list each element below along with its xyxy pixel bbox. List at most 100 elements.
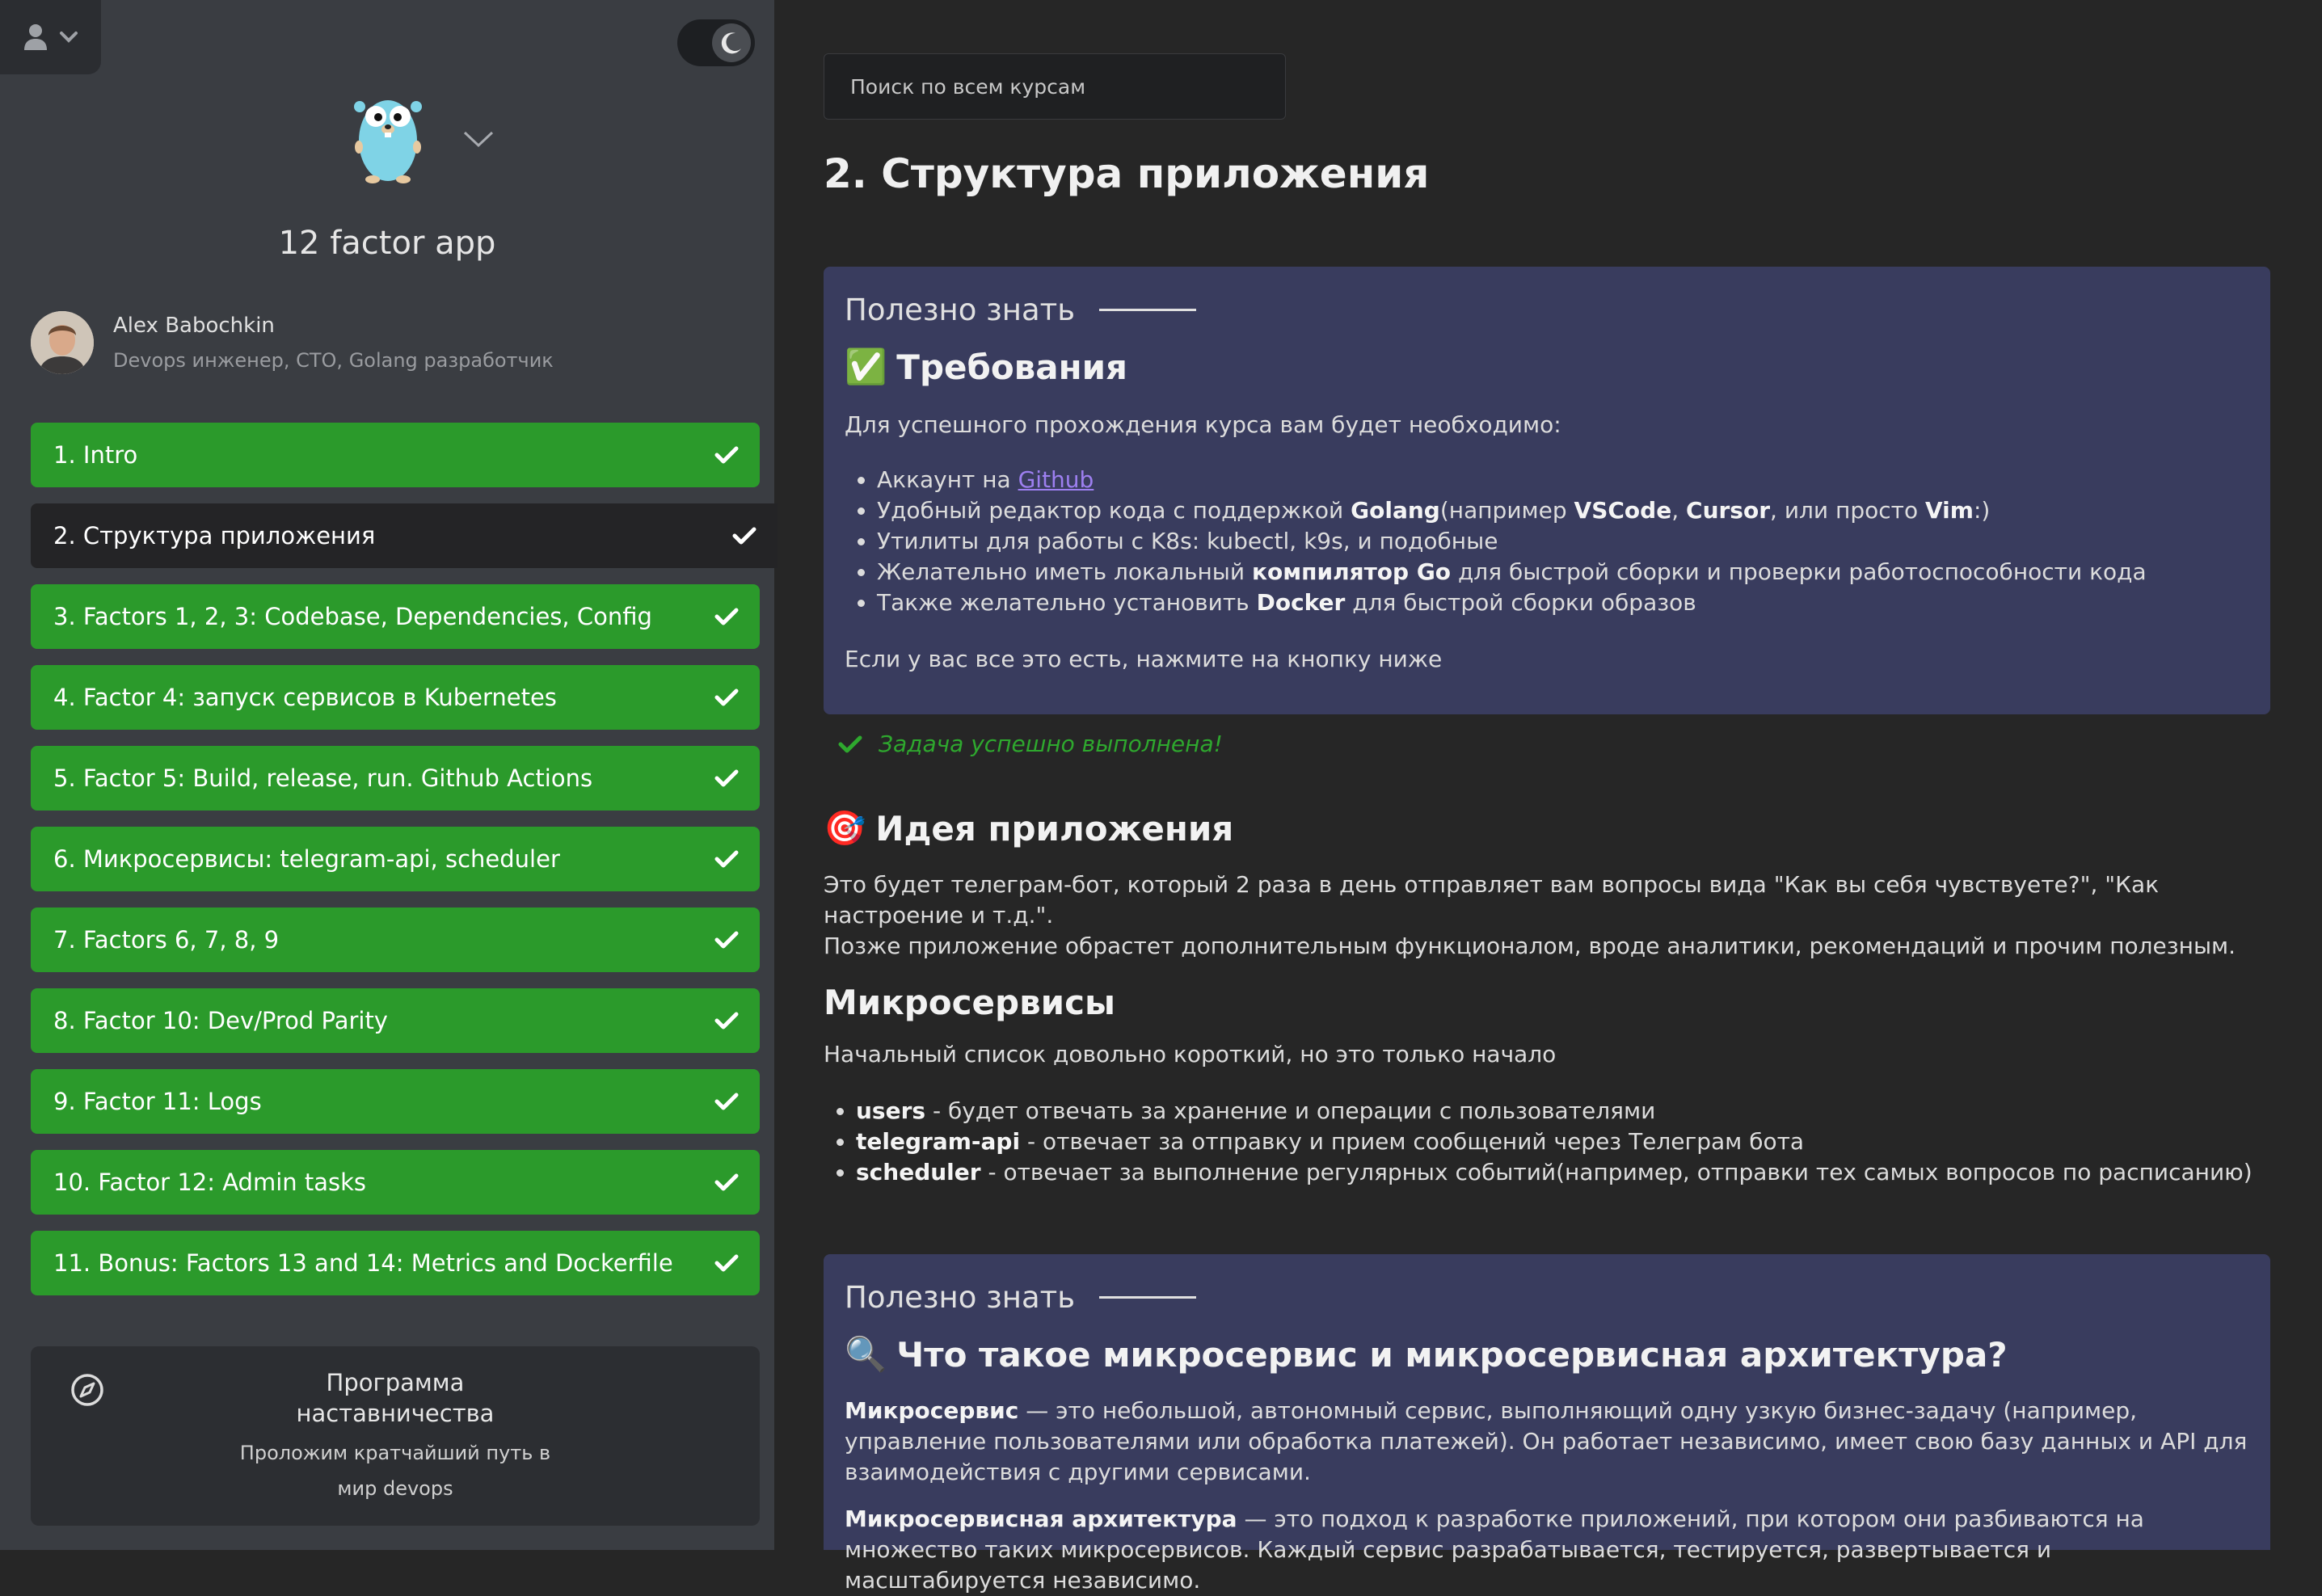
- item-bold: компилятор Go: [1251, 558, 1452, 585]
- check-icon: [714, 1254, 739, 1272]
- user-icon: [23, 24, 47, 50]
- lesson-item[interactable]: 7. Factors 6, 7, 8, 9: [31, 907, 760, 972]
- info-card-requirements: Полезно знать ✅ Требования Для успешного…: [824, 267, 2270, 714]
- microservices-section: Начальный список довольно короткий, но э…: [824, 1039, 2270, 1188]
- moon-icon: [721, 32, 741, 54]
- item-bold: VSCode: [1574, 497, 1672, 524]
- lesson-item[interactable]: 3. Factors 1, 2, 3: Codebase, Dependenci…: [31, 584, 760, 649]
- author-name: Alex Babochkin: [113, 314, 275, 338]
- item-text: , или просто: [1770, 497, 1925, 524]
- item-text: ,: [1671, 497, 1687, 524]
- info-card-microservice: Полезно знать 🔍 Что такое микросервис и …: [824, 1254, 2270, 1594]
- check-icon: [714, 931, 739, 949]
- lesson-item[interactable]: 1. Intro: [31, 423, 760, 487]
- term-bold: Микросервис: [845, 1397, 1019, 1424]
- requirements-list: Аккаунт на Github Удобный редактор кода …: [845, 465, 2249, 618]
- lesson-label: 1. Intro: [53, 441, 138, 469]
- card-heading: ✅ Требования: [845, 347, 2249, 387]
- item-text: :): [1973, 497, 1991, 524]
- lesson-label: 3. Factors 1, 2, 3: Codebase, Dependenci…: [53, 603, 652, 630]
- card-intro: Для успешного прохождения курса вам буде…: [845, 411, 1561, 438]
- check-icon: [714, 446, 739, 464]
- compass-icon: [71, 1374, 103, 1406]
- author-role: Devops инженер, CTO, Golang разработчик: [113, 349, 554, 372]
- card-label-text: Полезно знать: [845, 293, 1076, 327]
- card-heading: 🔍 Что такое микросервис и микросервисная…: [845, 1334, 2249, 1375]
- card-label: Полезно знать: [845, 293, 2249, 327]
- lesson-item[interactable]: 4. Factor 4: запуск сервисов в Kubernete…: [31, 665, 760, 730]
- term-definition: — это небольшой, автономный сервис, выпо…: [845, 1397, 2248, 1485]
- search-input[interactable]: [824, 53, 1286, 120]
- check-emoji-icon: ✅: [845, 347, 887, 386]
- lesson-label: 11. Bonus: Factors 13 and 14: Metrics an…: [53, 1249, 673, 1277]
- check-icon: [714, 769, 739, 787]
- microservices-heading: Микросервисы: [824, 983, 1115, 1022]
- lesson-label: 6. Микросервисы: telegram-api, scheduler: [53, 845, 560, 873]
- task-success: Задача успешно выполнена!: [838, 731, 1223, 757]
- author-block: Alex Babochkin Devops инженер, CTO, Gola…: [31, 310, 554, 375]
- service-desc: - будет отвечать за хранение и операции …: [925, 1097, 1656, 1124]
- service-name: scheduler: [856, 1159, 981, 1185]
- check-icon: [714, 689, 739, 706]
- list-item: Удобный редактор кода с поддержкой Golan…: [877, 495, 2249, 526]
- list-item: Также желательно установить Docker для б…: [877, 587, 2249, 618]
- service-name: telegram-api: [856, 1128, 1021, 1155]
- mentorship-title: Программа наставничества: [296, 1369, 495, 1427]
- course-title: 12 factor app: [278, 225, 496, 262]
- lesson-item[interactable]: 6. Микросервисы: telegram-api, scheduler: [31, 827, 760, 891]
- item-text: Утилиты для работы с K8s: kubectl, k9s, …: [877, 528, 1498, 554]
- idea-heading-text: Идея приложения: [875, 808, 1234, 849]
- mentorship-card[interactable]: Программа наставничества Проложим кратча…: [31, 1346, 760, 1526]
- service-name: users: [856, 1097, 926, 1124]
- course-select-chevron-icon[interactable]: [462, 129, 495, 149]
- sidebar: 12 factor app Alex Babochkin Devops инже…: [0, 0, 778, 1550]
- card-label-text: Полезно знать: [845, 1280, 1076, 1315]
- card-paragraph: Микросервисная архитектура — это подход …: [845, 1504, 2249, 1596]
- microservices-list: users - будет отвечать за хранение и опе…: [824, 1096, 2270, 1188]
- service-desc: - отвечает за выполнение регулярных собы…: [980, 1159, 2252, 1185]
- lesson-item[interactable]: 10. Factor 12: Admin tasks: [31, 1150, 760, 1215]
- idea-text: Это будет телеграм-бот, который 2 раза в…: [824, 870, 2270, 962]
- idea-heading: 🎯 Идея приложения: [824, 808, 1233, 849]
- task-success-text: Задача успешно выполнена!: [879, 731, 1223, 757]
- check-icon: [714, 1012, 739, 1030]
- lesson-label: 2. Структура приложения: [53, 522, 376, 550]
- card-heading-text: Что такое микросервис и микросервисная а…: [896, 1334, 2008, 1375]
- check-icon: [732, 527, 756, 545]
- term-bold: Микросервисная архитектура: [845, 1505, 1237, 1532]
- theme-toggle[interactable]: [677, 19, 755, 66]
- item-text: Удобный редактор кода с поддержкой: [877, 497, 1351, 524]
- lesson-list: 1. Intro 2. Структура приложения 3. Fact…: [31, 423, 778, 1312]
- mentorship-subtitle: Проложим кратчайший путь в мир devops: [239, 1442, 551, 1500]
- card-label: Полезно знать: [845, 1280, 2249, 1315]
- list-item: Аккаунт на Github: [877, 465, 2249, 495]
- user-menu-button[interactable]: [0, 0, 101, 74]
- avatar: [31, 311, 94, 374]
- list-item: scheduler - отвечает за выполнение регул…: [856, 1157, 2270, 1188]
- lesson-item[interactable]: 5. Factor 5: Build, release, run. Github…: [31, 746, 760, 811]
- lesson-label: 8. Factor 10: Dev/Prod Parity: [53, 1007, 388, 1034]
- idea-paragraph: Позже приложение обрастет дополнительным…: [824, 933, 2236, 959]
- lesson-item[interactable]: 9. Factor 11: Logs: [31, 1069, 760, 1134]
- lesson-label: 5. Factor 5: Build, release, run. Github…: [53, 764, 593, 792]
- card-label-line: [1099, 309, 1197, 311]
- item-bold: Vim: [1924, 497, 1974, 524]
- item-text: (например: [1439, 497, 1574, 524]
- service-desc: - отвечает за отправку и прием сообщений…: [1020, 1128, 1805, 1155]
- check-icon: [838, 735, 862, 752]
- lesson-label: 9. Factor 11: Logs: [53, 1088, 262, 1115]
- lesson-item[interactable]: 11. Bonus: Factors 13 and 14: Metrics an…: [31, 1231, 760, 1295]
- item-bold: Cursor: [1686, 497, 1771, 524]
- check-icon: [714, 1173, 739, 1191]
- github-link[interactable]: Github: [1018, 466, 1094, 493]
- lesson-item-active[interactable]: 2. Структура приложения: [31, 503, 778, 568]
- lesson-item[interactable]: 8. Factor 10: Dev/Prod Parity: [31, 988, 760, 1053]
- check-icon: [714, 850, 739, 868]
- list-item: Утилиты для работы с K8s: kubectl, k9s, …: [877, 526, 2249, 557]
- lesson-label: 4. Factor 4: запуск сервисов в Kubernete…: [53, 684, 557, 711]
- card-label-line: [1099, 1296, 1197, 1299]
- item-text: для быстрой сборки и проверки работоспос…: [1451, 558, 2147, 585]
- list-item: Желательно иметь локальный компилятор Go…: [877, 557, 2249, 587]
- item-text: Аккаунт на: [877, 466, 1018, 493]
- magnifier-emoji-icon: 🔍: [845, 1334, 887, 1374]
